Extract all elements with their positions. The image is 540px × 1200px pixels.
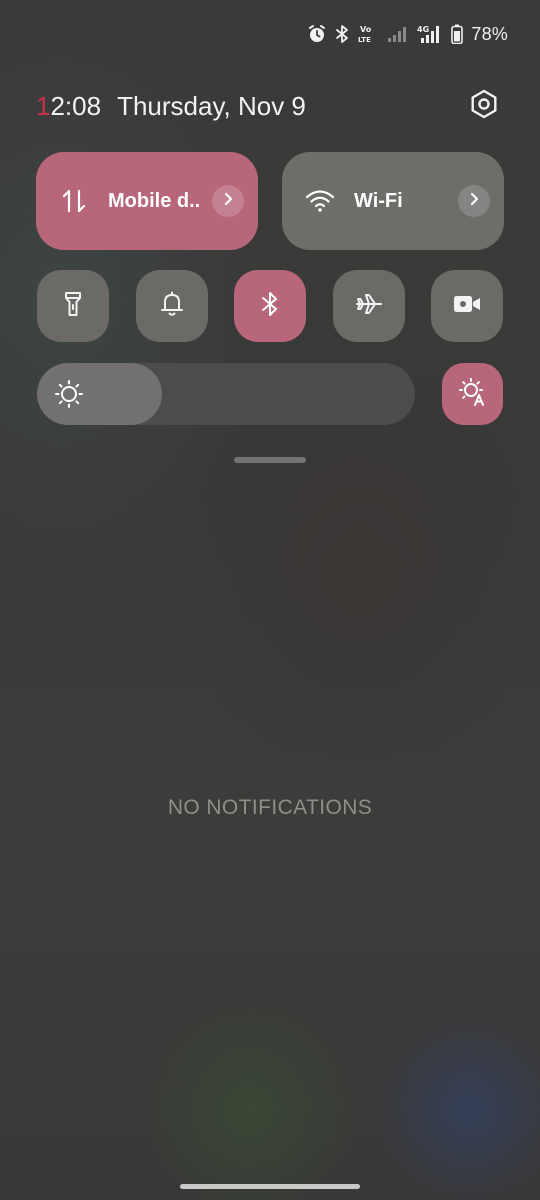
svg-text:Vo: Vo [360, 25, 372, 34]
gesture-nav-bar[interactable] [180, 1184, 360, 1189]
bluetooth-icon [335, 24, 349, 44]
mobile-data-tile[interactable]: Mobile d.. [36, 152, 258, 250]
video-camera-icon [452, 293, 482, 320]
airplane-mode-toggle[interactable] [332, 270, 405, 342]
auto-brightness-toggle[interactable] [442, 363, 503, 425]
volte-icon: Vo LTE [357, 23, 379, 45]
bell-icon [159, 290, 185, 323]
flashlight-toggle[interactable] [37, 270, 109, 342]
wifi-expand-button[interactable] [458, 185, 490, 217]
quick-toggles-row [37, 270, 503, 342]
battery-percent: 78% [471, 23, 508, 44]
clock: 1 2:08 Thursday, Nov 9 [36, 91, 306, 122]
gear-icon [469, 89, 499, 124]
clock-rest: 2:08 [50, 90, 102, 121]
data-transfer-icon [58, 185, 90, 217]
mobile-data-label: Mobile d.. [108, 189, 201, 212]
airplane-icon [354, 291, 384, 322]
auto-brightness-icon [458, 377, 488, 412]
date-label: Thursday, Nov 9 [117, 90, 306, 121]
quick-settings-screen: Vo LTE 4G 78% 1 2:08 Thursday, Nov 9 Mob… [0, 0, 540, 1200]
wifi-label: Wi-Fi [354, 189, 403, 212]
header: 1 2:08 Thursday, Nov 9 [36, 86, 504, 126]
svg-text:4G: 4G [417, 25, 429, 34]
battery-icon [451, 24, 464, 44]
mobile-data-expand-button[interactable] [212, 185, 244, 217]
signal-weak-icon [387, 25, 409, 43]
status-bar: Vo LTE 4G 78% [307, 20, 508, 48]
settings-button[interactable] [464, 86, 504, 126]
brightness-slider[interactable] [37, 363, 415, 425]
bluetooth-toggle[interactable] [234, 270, 306, 342]
wifi-tile[interactable]: Wi-Fi [282, 152, 504, 250]
sound-toggle[interactable] [135, 270, 208, 342]
empty-notifications-label: NO NOTIFICATIONS [167, 796, 373, 819]
signal-4g-icon: 4G [417, 24, 443, 44]
alarm-icon [307, 24, 327, 44]
svg-text:LTE: LTE [358, 36, 371, 44]
panel-drag-handle[interactable] [234, 457, 306, 463]
sun-icon [53, 378, 85, 410]
clock-first-digit: 1 [36, 90, 51, 121]
wifi-icon [304, 185, 336, 217]
screen-record-toggle[interactable] [431, 270, 503, 342]
chevron-right-icon [467, 192, 481, 211]
bluetooth-icon [260, 290, 280, 323]
flashlight-icon [61, 290, 85, 323]
chevron-right-icon [221, 192, 235, 211]
